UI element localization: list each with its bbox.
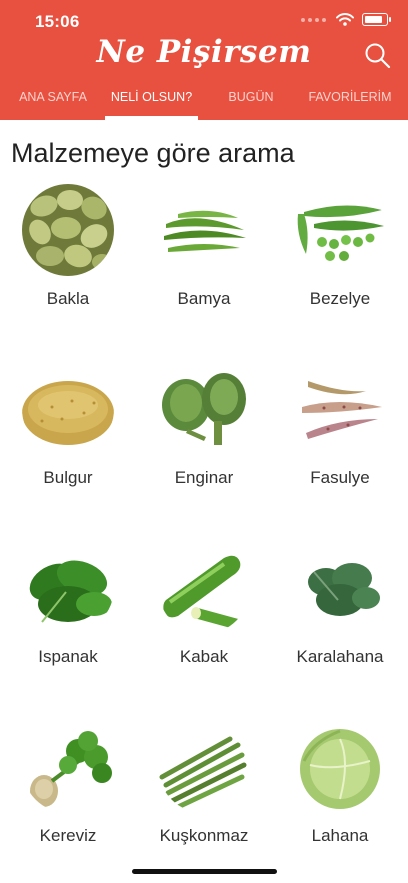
ingredient-label: Lahana [311,826,369,845]
spinach-icon [22,542,114,634]
tab-favorilerim[interactable]: FAVORİLERİM [300,84,400,120]
ingredient-label: Kabak [179,647,229,666]
status-icons [301,13,391,26]
okra-icon [158,184,250,276]
ingredient-item-bakla[interactable]: Bakla [0,184,136,309]
fava-bean-icon [22,184,114,276]
bulgur-icon [22,363,114,455]
ingredient-label: Fasulye [310,468,370,487]
status-time: 15:06 [35,12,80,31]
ingredient-item-fasulye[interactable]: Fasulye [272,363,408,488]
search-button[interactable] [364,42,392,70]
zucchini-icon [158,542,250,634]
battery-icon [362,13,391,26]
ingredient-item-ispanak[interactable]: Ispanak [0,542,136,667]
ingredient-item-kuskonmaz[interactable]: Kuşkonmaz [136,721,272,846]
ingredient-item-bamya[interactable]: Bamya [136,184,272,309]
home-indicator[interactable] [132,869,277,874]
ingredient-item-kereviz[interactable]: Kereviz [0,721,136,846]
ingredient-label: Bezelye [309,289,371,308]
ingredient-item-bezelye[interactable]: Bezelye [272,184,408,309]
green-bean-icon [294,363,386,455]
ingredient-label: Bamya [177,289,231,308]
tab-bar: ANA SAYFA NELİ OLSUN? BUGÜN FAVORİLERİM [0,84,408,120]
ingredient-label: Enginar [174,468,234,487]
wifi-icon [336,13,354,26]
asparagus-icon [158,721,250,813]
app-title: Ne Pişirsem [96,34,312,70]
artichoke-icon [158,363,250,455]
collard-greens-icon [294,542,386,634]
ingredient-label: Kuşkonmaz [159,826,249,845]
ingredient-label: Bulgur [43,468,93,487]
active-tab-indicator [105,116,198,120]
ingredient-label: Ispanak [38,647,98,666]
ingredient-label: Kereviz [39,826,97,845]
ingredient-label: Bakla [46,289,90,308]
section-title: Malzemeye göre arama [11,138,295,168]
ingredient-item-bulgur[interactable]: Bulgur [0,363,136,488]
cabbage-icon [294,721,386,813]
app-header: 15:06 Ne Pişirsem ANA SAYFA NELİ OLSUN? … [0,0,408,120]
ingredient-label: Karalahana [296,647,384,666]
ingredient-item-karalahana[interactable]: Karalahana [272,542,408,667]
celery-root-icon [22,721,114,813]
search-icon [365,43,391,69]
pea-icon [294,184,386,276]
tab-bugun[interactable]: BUGÜN [212,84,290,120]
ingredient-item-lahana[interactable]: Lahana [272,721,408,846]
tab-ana-sayfa[interactable]: ANA SAYFA [6,84,100,120]
ingredient-item-enginar[interactable]: Enginar [136,363,272,488]
tab-neli-olsun[interactable]: NELİ OLSUN? [105,84,198,120]
signal-icon [301,17,326,22]
ingredient-item-kabak[interactable]: Kabak [136,542,272,667]
